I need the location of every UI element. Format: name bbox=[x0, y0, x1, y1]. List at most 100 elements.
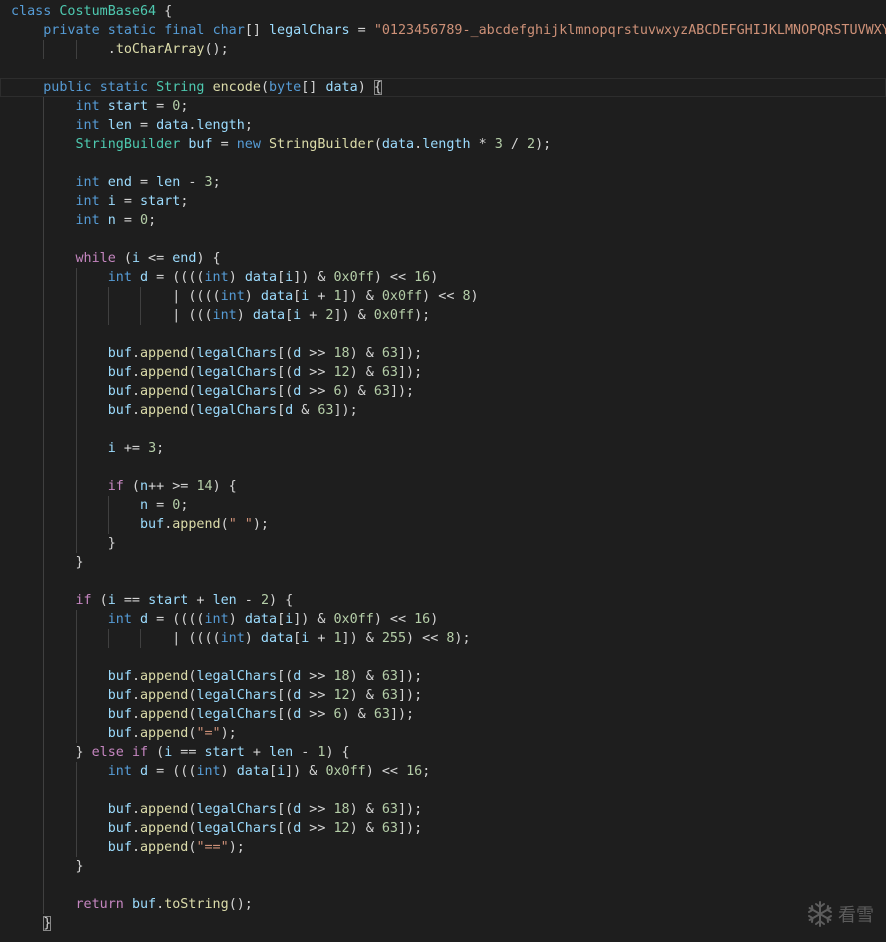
code-line[interactable]: | ((((int) data[i + 1]) & 0x0ff) << 8) bbox=[11, 287, 478, 306]
code-token: "0123456789-_abcdefghijklmnopqrstuvwxyzA… bbox=[373, 23, 886, 38]
code-editor[interactable]: class CostumBase64 { private static fina… bbox=[0, 0, 886, 942]
code-token: == bbox=[115, 593, 149, 608]
code-token: 2 bbox=[260, 593, 269, 608]
code-token: ); bbox=[220, 726, 237, 741]
code-line[interactable]: buf.append(legalChars[(d >> 18) & 63]); bbox=[11, 344, 422, 363]
code-line[interactable]: class CostumBase64 { bbox=[11, 2, 172, 21]
code-token: legalChars bbox=[196, 669, 278, 684]
code-token: [( bbox=[277, 802, 294, 817]
code-token: 3 bbox=[494, 137, 503, 152]
code-token: ( bbox=[115, 251, 132, 266]
code-line[interactable]: StringBuilder buf = new StringBuilder(da… bbox=[11, 135, 552, 154]
code-token: ) << bbox=[406, 631, 447, 646]
code-token: 16 bbox=[406, 764, 423, 779]
code-token: 18 bbox=[333, 802, 350, 817]
code-token: ( bbox=[148, 745, 165, 760]
code-token: int bbox=[107, 764, 132, 779]
code-token: 12 bbox=[333, 365, 350, 380]
code-token: [ bbox=[277, 612, 286, 627]
watermark: 看雪 bbox=[806, 900, 874, 928]
code-token: = bbox=[131, 118, 157, 133]
code-line[interactable]: int len = data.length; bbox=[11, 116, 253, 135]
code-token: [ bbox=[277, 270, 286, 285]
code-token: buf bbox=[107, 821, 132, 836]
code-token: ]) & bbox=[341, 289, 382, 304]
code-line[interactable]: buf.append("="); bbox=[11, 724, 237, 743]
code-token: ( bbox=[91, 593, 108, 608]
code-line[interactable]: } bbox=[11, 534, 116, 553]
code-line[interactable]: buf.append(legalChars[(d >> 12) & 63]); bbox=[11, 819, 422, 838]
code-line[interactable]: | (((int) data[i + 2]) & 0x0ff); bbox=[11, 306, 430, 325]
code-token: & bbox=[293, 403, 318, 418]
code-token: d bbox=[140, 612, 149, 627]
code-token: 16 bbox=[414, 612, 431, 627]
code-line[interactable]: } bbox=[11, 914, 52, 933]
code-token: . bbox=[131, 384, 140, 399]
code-line[interactable]: private static final char[] legalChars =… bbox=[11, 21, 886, 40]
code-token: } bbox=[11, 536, 116, 551]
code-token: ; bbox=[180, 194, 189, 209]
code-line[interactable]: buf.append("=="); bbox=[11, 838, 245, 857]
code-token: [ bbox=[269, 764, 278, 779]
code-line[interactable]: int d = ((((int) data[i]) & 0x0ff) << 16… bbox=[11, 268, 439, 287]
code-token: data bbox=[244, 270, 278, 285]
code-line[interactable]: .toCharArray(); bbox=[11, 40, 229, 59]
code-token: ; bbox=[148, 213, 157, 228]
code-token: if bbox=[131, 745, 149, 760]
code-token: ) { bbox=[269, 593, 294, 608]
code-token: [( bbox=[277, 346, 294, 361]
code-token: . bbox=[131, 688, 140, 703]
code-line[interactable]: } else if (i == start + len - 1) { bbox=[11, 743, 349, 762]
code-line[interactable]: } bbox=[11, 857, 83, 876]
code-token: start bbox=[107, 99, 149, 114]
code-line[interactable]: buf.append(legalChars[(d >> 6) & 63]); bbox=[11, 705, 414, 724]
code-line[interactable]: int d = ((((int) data[i]) & 0x0ff) << 16… bbox=[11, 610, 439, 629]
code-token: buf bbox=[188, 137, 213, 152]
code-line[interactable]: buf.append(legalChars[(d >> 6) & 63]); bbox=[11, 382, 414, 401]
code-line[interactable]: buf.append(legalChars[(d >> 18) & 63]); bbox=[11, 800, 422, 819]
code-token: data bbox=[156, 118, 189, 133]
code-token: + bbox=[301, 308, 326, 323]
code-line[interactable]: int end = len - 3; bbox=[11, 173, 221, 192]
code-line[interactable]: buf.append(legalChars[(d >> 18) & 63]); bbox=[11, 667, 422, 686]
code-line[interactable]: int i = start; bbox=[11, 192, 189, 211]
code-line[interactable]: while (i <= end) { bbox=[11, 249, 221, 268]
code-token: 63 bbox=[381, 688, 398, 703]
code-line[interactable]: int n = 0; bbox=[11, 211, 157, 230]
code-line[interactable]: } bbox=[11, 553, 83, 572]
code-token: "==" bbox=[196, 840, 229, 855]
code-token: buf bbox=[107, 840, 132, 855]
code-line[interactable]: | ((((int) data[i + 1]) & 255) << 8); bbox=[11, 629, 470, 648]
code-line[interactable]: i += 3; bbox=[11, 439, 164, 458]
code-line[interactable]: buf.append(" "); bbox=[11, 515, 269, 534]
code-line[interactable]: n = 0; bbox=[11, 496, 188, 515]
code-line[interactable]: buf.append(legalChars[(d >> 12) & 63]); bbox=[11, 363, 422, 382]
code-token: [] bbox=[244, 23, 269, 38]
code-token: 63 bbox=[381, 346, 398, 361]
code-token: ) & bbox=[349, 669, 382, 684]
code-line[interactable]: if (i == start + len - 2) { bbox=[11, 591, 294, 610]
code-line[interactable]: int d = (((int) data[i]) & 0x0ff) << 16; bbox=[11, 762, 431, 781]
code-line[interactable]: int start = 0; bbox=[11, 97, 189, 116]
code-line[interactable]: if (n++ >= 14) { bbox=[11, 477, 237, 496]
code-token: 0x0ff bbox=[381, 289, 423, 304]
code-token: = (((( bbox=[148, 270, 205, 285]
code-token: legalChars bbox=[196, 403, 278, 418]
code-token: ) bbox=[430, 270, 439, 285]
code-token: append bbox=[140, 346, 189, 361]
code-token: ) bbox=[228, 612, 245, 627]
code-line[interactable]: buf.append(legalChars[(d >> 12) & 63]); bbox=[11, 686, 422, 705]
code-line[interactable]: buf.append(legalChars[d & 63]); bbox=[11, 401, 358, 420]
code-line[interactable]: public static String encode(byte[] data)… bbox=[0, 78, 886, 97]
code-line[interactable]: return buf.toString(); bbox=[11, 895, 253, 914]
code-token: private bbox=[43, 23, 100, 38]
code-token: 6 bbox=[333, 707, 342, 722]
code-token: while bbox=[75, 251, 116, 266]
